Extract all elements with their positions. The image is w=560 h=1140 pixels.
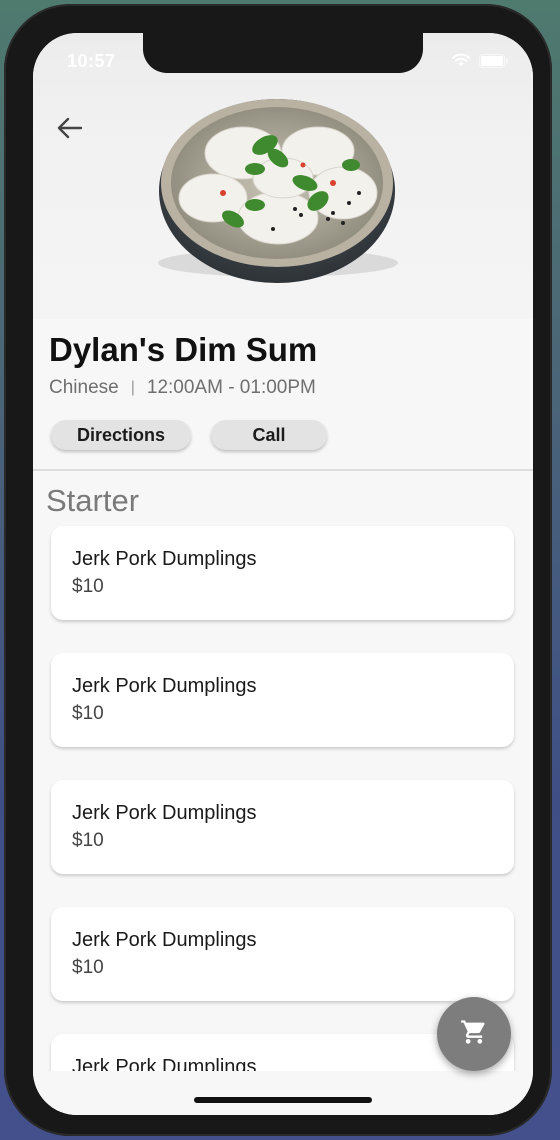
phone-frame: 10:57 Dylan's Dim Sum Chinese | 12:00AM … [4, 4, 552, 1136]
menu-item-card[interactable]: Jerk Pork Dumplings $10 [51, 780, 514, 874]
menu-item-price: $10 [72, 957, 104, 978]
status-icons [451, 53, 509, 68]
status-time: 10:57 [67, 51, 116, 71]
section-divider [33, 469, 533, 471]
menu-item-price: $10 [72, 830, 104, 851]
meta-separator: | [130, 379, 135, 396]
menu-item-price: $10 [72, 576, 104, 597]
wifi-icon [451, 53, 471, 68]
dumpling-bowl-image [158, 99, 398, 283]
arrow-left-icon [57, 117, 83, 144]
home-indicator[interactable] [194, 1097, 372, 1103]
menu-item-name: Jerk Pork Dumplings [72, 802, 257, 824]
restaurant-meta: Chinese | 12:00AM - 01:00PM [49, 377, 316, 399]
shopping-cart-icon [460, 1018, 488, 1051]
menu-item-card[interactable]: Jerk Pork Dumplings $10 [51, 907, 514, 1001]
menu-section-title: Starter [46, 483, 140, 518]
menu-item-name: Jerk Pork Dumplings [72, 929, 257, 951]
menu-item-price: $10 [72, 703, 104, 724]
menu-item-card[interactable]: Jerk Pork Dumplings $10 [51, 653, 514, 747]
opening-hours: 12:00AM - 01:00PM [146, 377, 316, 398]
menu-item-name: Jerk Pork Dumplings [72, 548, 257, 570]
bottom-safe-area [33, 1071, 533, 1115]
hero-image [33, 33, 533, 319]
call-button[interactable]: Call [211, 420, 327, 450]
app-screen: 10:57 Dylan's Dim Sum Chinese | 12:00AM … [33, 33, 533, 1115]
menu-item-name: Jerk Pork Dumplings [72, 675, 257, 697]
directions-button[interactable]: Directions [51, 420, 191, 450]
battery-icon [479, 53, 509, 68]
back-button[interactable] [53, 113, 87, 147]
restaurant-name: Dylan's Dim Sum [49, 331, 318, 368]
action-buttons: Directions Call [51, 420, 327, 450]
device-notch [143, 33, 423, 73]
menu-item-card[interactable]: Jerk Pork Dumplings $10 [51, 526, 514, 620]
cuisine-label: Chinese [49, 377, 119, 398]
cart-fab-button[interactable] [437, 997, 511, 1071]
